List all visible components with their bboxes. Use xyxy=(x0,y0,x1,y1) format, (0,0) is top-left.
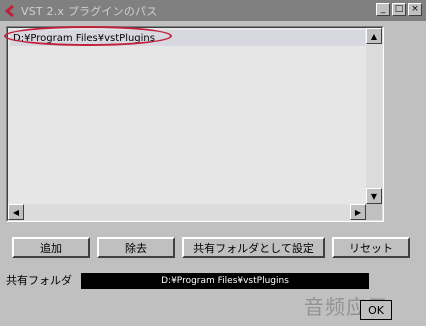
list-item[interactable]: D:¥Program Files¥vstPlugins xyxy=(10,30,365,46)
minimize-button[interactable]: _ xyxy=(376,3,390,16)
scroll-up-icon[interactable]: ▲ xyxy=(366,28,382,44)
window-controls: _ □ × xyxy=(374,3,422,16)
window-title: VST 2.x プラグインのパス xyxy=(21,4,158,18)
reset-button[interactable]: リセット xyxy=(332,237,410,258)
vertical-scrollbar[interactable]: ▲ ▼ xyxy=(366,28,382,204)
maximize-button[interactable]: □ xyxy=(392,3,406,16)
remove-button[interactable]: 除去 xyxy=(97,237,175,258)
close-button[interactable]: × xyxy=(408,3,422,16)
plugin-path-list: D:¥Program Files¥vstPlugins ▲ ▼ ◀ ▶ xyxy=(6,26,384,222)
cubase-logo-icon xyxy=(3,4,17,18)
scroll-down-icon[interactable]: ▼ xyxy=(366,188,382,204)
horizontal-scrollbar[interactable]: ◀ ▶ xyxy=(8,204,366,220)
shared-folder-label: 共有フォルダ xyxy=(6,274,72,287)
add-button[interactable]: 追加 xyxy=(12,237,90,258)
shared-folder-field: D:¥Program Files¥vstPlugins xyxy=(81,273,369,289)
set-shared-folder-button[interactable]: 共有フォルダとして設定 xyxy=(182,237,325,258)
ok-button[interactable]: OK xyxy=(360,300,392,320)
title-bar: VST 2.x プラグインのパス _ □ × xyxy=(0,0,426,21)
scroll-left-icon[interactable]: ◀ xyxy=(8,204,24,220)
plugin-path-list-body: D:¥Program Files¥vstPlugins ▲ ▼ ◀ ▶ xyxy=(7,27,383,221)
scrollbar-corner xyxy=(366,204,382,220)
scroll-right-icon[interactable]: ▶ xyxy=(350,204,366,220)
